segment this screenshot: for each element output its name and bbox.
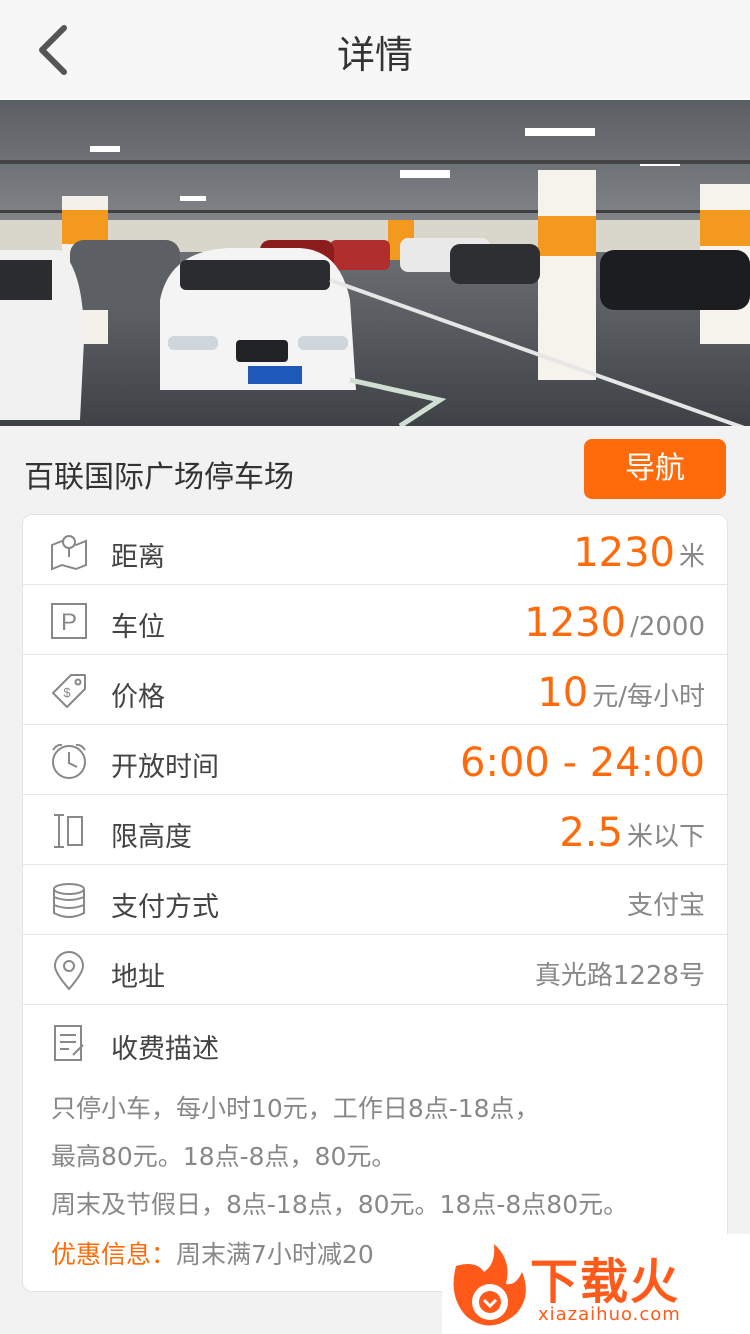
nav-bar: 详情 — [0, 0, 750, 100]
spaces-total: /2000 — [630, 612, 705, 642]
fee-line-2: 最高80元。18点-8点，80元。 — [51, 1142, 397, 1171]
address-value: 真光路1228号 — [534, 961, 705, 991]
price-value: 10 — [537, 670, 589, 716]
address-label: 地址 — [111, 962, 165, 993]
watermark-text: 下载火 — [530, 1254, 681, 1310]
hours-row: 开放时间 6:00 - 24:00 — [23, 725, 727, 795]
flame-logo-icon — [453, 1244, 526, 1326]
page-title: 详情 — [336, 33, 413, 77]
svg-text:P: P — [61, 609, 77, 636]
detail-card: 距离 1230 米 P 车位 1230 /2000 $ 价格 10 元/每小时 — [22, 514, 728, 1292]
distance-label: 距离 — [111, 542, 165, 573]
payment-row: 支付方式 支付宝 — [23, 865, 727, 935]
watermark-url: xiazaihuo.com — [538, 1304, 681, 1325]
payment-value: 支付宝 — [626, 891, 705, 921]
map-icon — [51, 535, 87, 571]
payment-label: 支付方式 — [111, 892, 219, 923]
price-tag-icon: $ — [52, 674, 86, 708]
promo-line: 优惠信息：周末满7小时减20 — [51, 1235, 374, 1271]
price-row: $ 价格 10 元/每小时 — [23, 655, 727, 725]
spaces-row: P 车位 1230 /2000 — [23, 585, 727, 655]
document-icon — [54, 1025, 84, 1061]
address-row: 地址 真光路1228号 — [23, 935, 727, 1005]
height-limit-row: 限高度 2.5 米以下 — [23, 795, 727, 865]
coins-icon — [53, 883, 85, 918]
fee-line-3: 周末及节假日，8点-18点，80元。18点-8点80元。 — [51, 1190, 629, 1219]
parking-lot-photo — [0, 100, 750, 426]
height-limit-unit: 米以下 — [626, 822, 705, 852]
height-limit-label: 限高度 — [111, 822, 192, 853]
navigate-button[interactable]: 导航 — [584, 439, 726, 499]
promo-text: 周末满7小时减20 — [176, 1240, 374, 1269]
watermark-logo: 下载火 xiazaihuo.com — [442, 1234, 750, 1334]
location-pin-icon — [53, 951, 85, 991]
lot-name: 百联国际广场停车场 — [24, 460, 294, 495]
hours-value: 6:00 - 24:00 — [460, 740, 705, 786]
clock-icon — [52, 743, 86, 779]
parking-icon: P — [51, 603, 87, 639]
height-limit-value: 2.5 — [559, 810, 623, 856]
distance-unit: 米 — [678, 542, 705, 572]
hours-label: 开放时间 — [111, 752, 219, 783]
promo-label: 优惠信息： — [51, 1240, 177, 1269]
distance-row: 距离 1230 米 — [23, 515, 727, 585]
distance-value: 1230 — [573, 530, 675, 576]
price-unit: 元/每小时 — [592, 682, 705, 712]
price-label: 价格 — [111, 682, 165, 713]
fee-line-1: 只停小车，每小时10元，工作日8点-18点， — [51, 1094, 540, 1123]
spaces-value: 1230 — [524, 600, 627, 646]
fee-description-label: 收费描述 — [111, 1034, 219, 1065]
svg-text:$: $ — [63, 685, 71, 700]
height-limit-icon — [54, 814, 83, 848]
fee-description-header: 收费描述 — [23, 1009, 727, 1079]
spaces-label: 车位 — [111, 612, 165, 643]
lot-header: 百联国际广场停车场 导航 — [0, 426, 750, 516]
